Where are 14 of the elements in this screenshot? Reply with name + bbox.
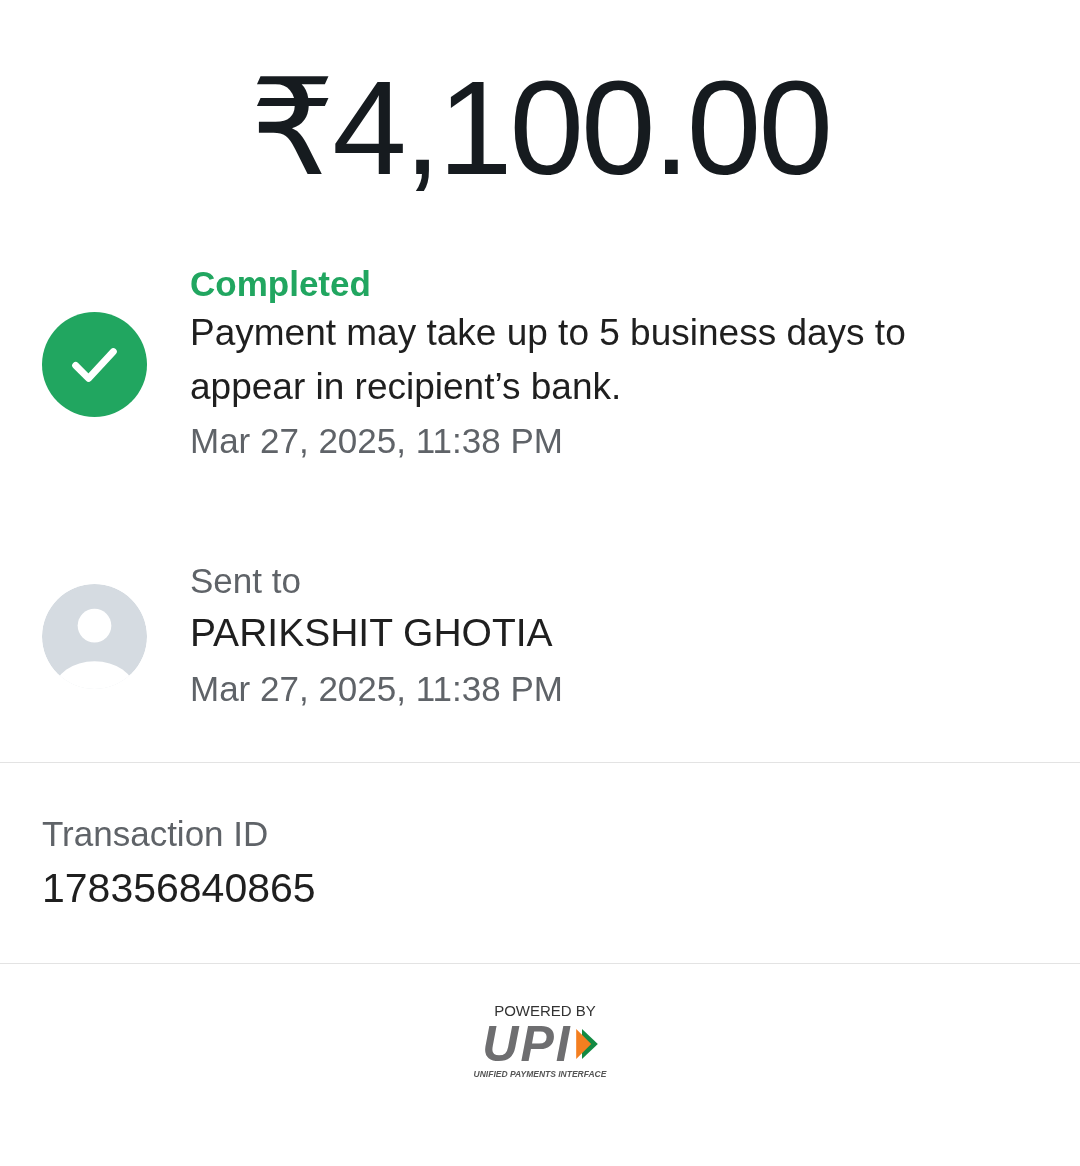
powered-by-text: POWERED BY	[494, 1002, 596, 1020]
status-message: Payment may take up to 5 business days to appear in recipient’s bank.	[190, 311, 907, 409]
sent-time: Mar 27, 2025, 11:38 PM	[190, 668, 564, 710]
transaction-id-label: Transaction ID	[42, 813, 270, 855]
avatar-icon	[42, 583, 147, 689]
transaction-id: 178356840865	[42, 864, 317, 913]
status-time: Mar 27, 2025, 11:38 PM	[190, 420, 564, 462]
status-label: Completed	[190, 263, 372, 305]
chevron-icon	[575, 1029, 598, 1059]
recipient-name: PARIKSHIT GHOTIA	[190, 610, 554, 656]
payment-amount: ₹4,100.00	[250, 52, 830, 204]
brand-wordmark: UPI	[482, 1020, 572, 1068]
upi-tagline: UNIFIED PAYMENTS INTERFACE	[473, 1068, 607, 1080]
sent-to-label: Sent to	[190, 560, 302, 602]
